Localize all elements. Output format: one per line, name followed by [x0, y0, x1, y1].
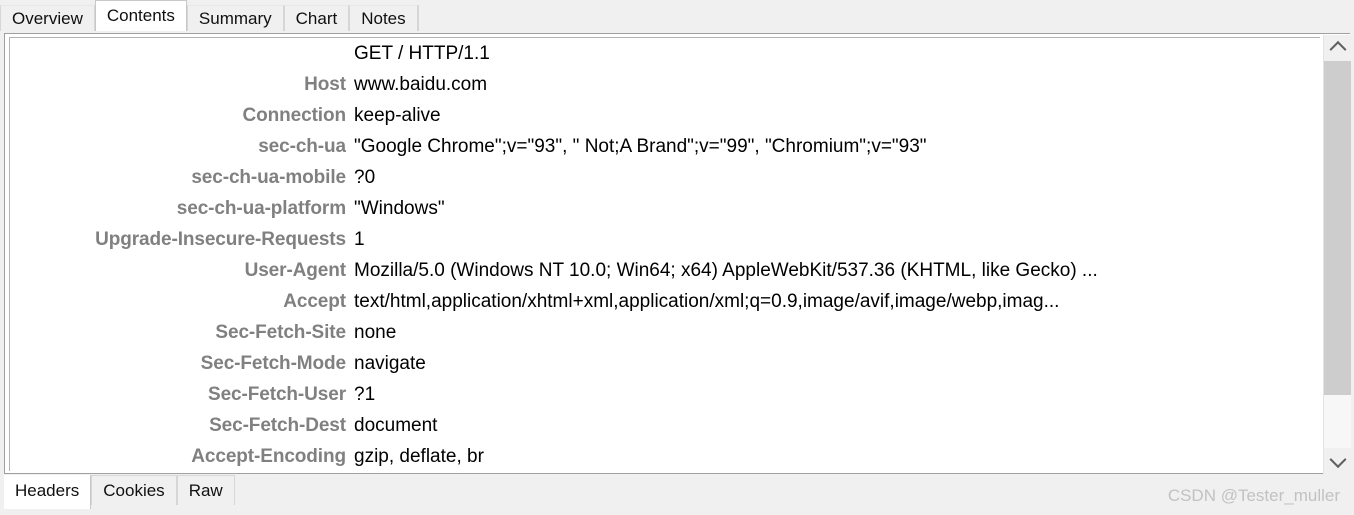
header-name: Sec-Fetch-Site [215, 322, 346, 343]
bottom-tab-bar: Headers Cookies Raw CSDN @Tester_muller [0, 475, 1354, 515]
tab-cookies[interactable]: Cookies [91, 475, 177, 505]
header-value: document [354, 415, 438, 436]
tab-bar-filler [417, 5, 1354, 31]
scroll-up-button[interactable] [1324, 35, 1351, 61]
header-value: keep-alive [354, 105, 441, 126]
header-value: none [354, 322, 397, 343]
table-row[interactable]: User-Agent Mozilla/5.0 (Windows NT 10.0;… [10, 260, 1320, 291]
table-row[interactable]: Accept-Encoding gzip, deflate, br [10, 446, 1320, 471]
header-name: Accept [283, 291, 346, 312]
header-value: navigate [354, 353, 426, 374]
header-name: Upgrade-Insecure-Requests [95, 229, 346, 250]
table-row[interactable]: Sec-Fetch-Mode navigate [10, 353, 1320, 384]
header-name: Sec-Fetch-Mode [200, 353, 346, 374]
http-header-table: GET / HTTP/1.1 Host www.baidu.com Connec… [10, 43, 1320, 471]
header-value: "Windows" [354, 198, 445, 219]
bottom-tabs-group: Headers Cookies Raw [4, 475, 235, 509]
contents-panel: GET / HTTP/1.1 Host www.baidu.com Connec… [4, 33, 1351, 474]
http-inspector-window: Overview Contents Summary Chart Notes GE… [0, 0, 1354, 515]
table-row[interactable]: sec-ch-ua-mobile ?0 [10, 167, 1320, 198]
header-name: sec-ch-ua [258, 136, 346, 157]
tab-raw[interactable]: Raw [176, 475, 235, 505]
header-value: 1 [354, 229, 365, 250]
table-row[interactable]: Connection keep-alive [10, 105, 1320, 136]
scrollbar-thumb[interactable] [1324, 61, 1351, 395]
header-name: Accept-Encoding [191, 446, 346, 467]
header-value: gzip, deflate, br [354, 446, 484, 467]
watermark-text: CSDN @Tester_muller [1167, 486, 1340, 505]
tab-contents[interactable]: Contents [94, 0, 187, 31]
header-value: www.baidu.com [354, 74, 488, 95]
vertical-scrollbar[interactable] [1323, 35, 1351, 474]
header-name: sec-ch-ua-platform [176, 198, 346, 219]
tab-overview[interactable]: Overview [0, 5, 95, 31]
chevron-down-icon [1329, 451, 1346, 469]
table-row[interactable]: Accept text/html,application/xhtml+xml,a… [10, 291, 1320, 322]
table-row[interactable]: Sec-Fetch-Dest document [10, 415, 1320, 446]
header-name: Sec-Fetch-Dest [209, 415, 346, 436]
table-row[interactable]: Upgrade-Insecure-Requests 1 [10, 229, 1320, 260]
table-row[interactable]: Sec-Fetch-Site none [10, 322, 1320, 353]
header-name: Connection [242, 105, 347, 126]
tab-chart[interactable]: Chart [283, 5, 350, 31]
tab-summary[interactable]: Summary [186, 5, 284, 31]
header-value: ?1 [354, 384, 376, 405]
top-tab-bar: Overview Contents Summary Chart Notes [0, 0, 1354, 31]
header-value: Mozilla/5.0 (Windows NT 10.0; Win64; x64… [354, 260, 1098, 281]
header-name: sec-ch-ua-mobile [191, 167, 346, 188]
table-row[interactable]: Host www.baidu.com [10, 74, 1320, 105]
table-row[interactable]: GET / HTTP/1.1 [10, 43, 1320, 74]
header-name: User-Agent [244, 260, 346, 281]
tab-notes[interactable]: Notes [349, 5, 418, 31]
scrollbar-track[interactable] [1324, 61, 1351, 448]
table-row[interactable]: sec-ch-ua-platform "Windows" [10, 198, 1320, 229]
headers-view: GET / HTTP/1.1 Host www.baidu.com Connec… [9, 37, 1320, 471]
chevron-up-icon [1329, 40, 1346, 58]
tab-headers[interactable]: Headers [4, 475, 92, 509]
header-value: GET / HTTP/1.1 [354, 43, 490, 64]
scroll-down-button[interactable] [1324, 448, 1351, 474]
table-row[interactable]: Sec-Fetch-User ?1 [10, 384, 1320, 415]
header-name: Sec-Fetch-User [208, 384, 346, 405]
header-value: "Google Chrome";v="93", " Not;A Brand";v… [354, 136, 927, 157]
table-row[interactable]: sec-ch-ua "Google Chrome";v="93", " Not;… [10, 136, 1320, 167]
header-name: Host [304, 74, 346, 95]
header-value: ?0 [354, 167, 376, 188]
header-value: text/html,application/xhtml+xml,applicat… [354, 291, 1060, 312]
